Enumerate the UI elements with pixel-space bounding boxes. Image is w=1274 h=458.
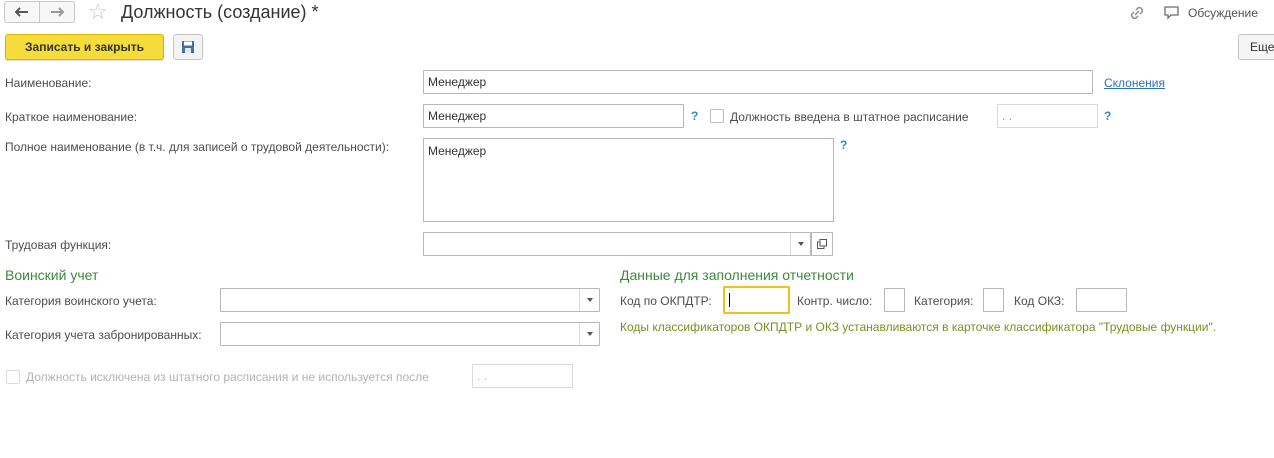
save-and-close-button[interactable]: Записать и закрыть — [5, 34, 164, 60]
in-staff-date-input[interactable]: . . — [997, 104, 1098, 128]
military-section-title: Воинский учет — [5, 267, 99, 283]
short-name-help-icon[interactable]: ? — [691, 109, 698, 123]
reporting-section-title: Данные для заполнения отчетности — [620, 267, 854, 283]
chevron-down-icon[interactable] — [579, 323, 599, 345]
text-cursor — [729, 292, 730, 307]
discussion-icon[interactable] — [1163, 5, 1181, 21]
short-name-input[interactable]: Менеджер — [423, 104, 684, 128]
page-title: Должность (создание) * — [121, 2, 319, 22]
reserved-category-select[interactable] — [220, 322, 600, 346]
military-category-label: Категория воинского учета: — [5, 294, 157, 308]
in-staff-checkbox[interactable] — [710, 109, 724, 123]
okz-label: Код ОКЗ: — [1014, 294, 1065, 308]
save-button[interactable] — [173, 34, 203, 60]
okz-input[interactable] — [1076, 288, 1127, 312]
check-number-label: Контр. число: — [797, 294, 873, 308]
arrow-right-icon — [51, 7, 64, 17]
full-name-help-icon[interactable]: ? — [840, 138, 847, 152]
excluded-checkbox[interactable] — [6, 370, 20, 384]
excluded-date-input[interactable]: . . — [472, 364, 573, 388]
labor-function-input[interactable] — [423, 232, 811, 256]
chevron-down-icon[interactable] — [790, 233, 810, 255]
check-number-input[interactable] — [884, 288, 905, 312]
open-form-icon — [817, 239, 827, 249]
more-button[interactable]: Еще — [1238, 34, 1274, 60]
full-name-label: Полное наименование (в т.ч. для записей … — [5, 140, 390, 154]
declensions-link[interactable]: Склонения — [1104, 76, 1165, 90]
short-name-label: Краткое наименование: — [5, 110, 138, 124]
name-label: Наименование: — [5, 76, 92, 90]
forward-button[interactable] — [39, 1, 75, 23]
category-input[interactable] — [983, 288, 1004, 312]
back-button[interactable] — [4, 1, 40, 23]
name-input[interactable]: Менеджер — [423, 70, 1093, 94]
classifier-note: Коды классификаторов ОКПДТР и ОКЗ устана… — [620, 320, 1217, 334]
arrow-left-icon — [15, 7, 28, 17]
okpdtr-input[interactable] — [723, 286, 790, 314]
military-category-select[interactable] — [220, 288, 600, 312]
full-name-textarea[interactable]: Менеджер — [423, 138, 834, 222]
labor-function-label: Трудовая функция: — [5, 238, 112, 252]
floppy-disk-icon — [182, 41, 194, 53]
okpdtr-label: Код по ОКПДТР: — [620, 294, 712, 308]
chevron-down-icon[interactable] — [579, 289, 599, 311]
in-staff-help-icon[interactable]: ? — [1104, 109, 1111, 123]
category-label: Категория: — [914, 294, 974, 308]
discussion-link[interactable]: Обсуждение — [1188, 6, 1258, 20]
reserved-category-label: Категория учета забронированных: — [5, 328, 202, 342]
in-staff-label: Должность введена в штатное расписание — [730, 110, 969, 124]
open-form-button[interactable] — [811, 232, 833, 256]
link-icon[interactable] — [1128, 4, 1146, 22]
excluded-label: Должность исключена из штатного расписан… — [26, 370, 429, 384]
favorite-star-icon[interactable]: ☆ — [88, 0, 108, 24]
